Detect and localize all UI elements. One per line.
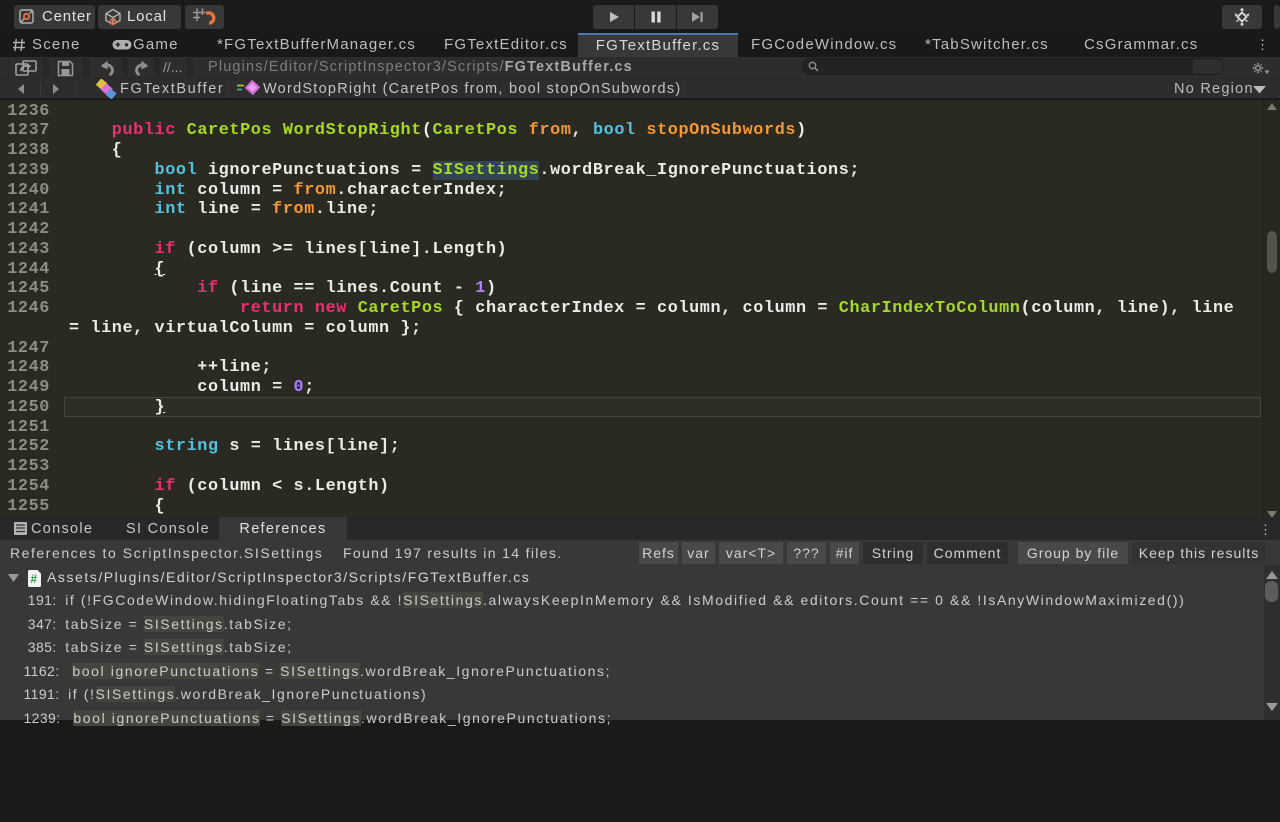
- svg-text:#: #: [30, 572, 38, 586]
